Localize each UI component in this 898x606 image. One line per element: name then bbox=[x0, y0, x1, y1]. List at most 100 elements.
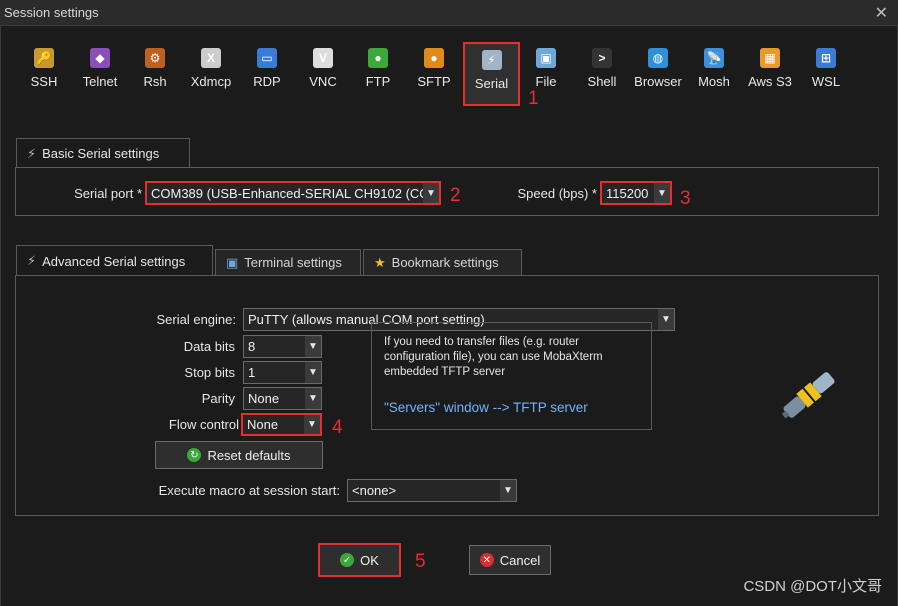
parity-label: Parity bbox=[201, 391, 235, 406]
protocol-shell-button[interactable]: > Shell bbox=[576, 48, 628, 89]
tab-basic-serial-settings[interactable]: ⚡ Basic Serial settings bbox=[16, 138, 190, 168]
stop-bits-select[interactable]: 1 ▼ bbox=[243, 361, 322, 384]
annotation-1: 1 bbox=[528, 88, 539, 109]
protocol-wsl-button[interactable]: ⊞ WSL bbox=[800, 48, 852, 89]
protocol-ssh-button[interactable]: 🔑 SSH bbox=[18, 48, 70, 89]
chevron-down-icon: ▼ bbox=[658, 309, 674, 330]
stop-bits-label: Stop bits bbox=[184, 365, 235, 380]
serial-port-label: Serial port * bbox=[74, 186, 142, 201]
protocol-label: SSH bbox=[30, 74, 58, 89]
tftp-server-link[interactable]: "Servers" window --> TFTP server bbox=[384, 400, 639, 415]
chevron-down-icon: ▼ bbox=[305, 362, 321, 383]
macro-select[interactable]: <none> ▼ bbox=[347, 479, 517, 502]
serial-plug-icon bbox=[781, 372, 835, 419]
protocol-label: RDP bbox=[253, 74, 281, 89]
rsh-icon: ⚙ bbox=[145, 48, 165, 68]
protocol-browser-button[interactable]: ◍ Browser bbox=[632, 48, 684, 89]
protocol-label: Shell bbox=[587, 74, 617, 89]
tab-label: Advanced Serial settings bbox=[42, 253, 186, 269]
serial-engine-label: Serial engine: bbox=[156, 312, 237, 327]
speed-value: 115200 bbox=[606, 185, 649, 201]
telnet-icon: ◆ bbox=[90, 48, 110, 68]
file-icon: ▣ bbox=[536, 48, 556, 68]
protocol-label: FTP bbox=[365, 74, 391, 89]
shell-icon: > bbox=[592, 48, 612, 68]
ftp-icon: ● bbox=[368, 48, 388, 68]
protocol-rdp-button[interactable]: ▭ RDP bbox=[241, 48, 293, 89]
protocol-xdmcp-button[interactable]: X Xdmcp bbox=[185, 48, 237, 89]
ssh-key-icon: 🔑 bbox=[34, 48, 54, 68]
stop-bits-value: 1 bbox=[248, 365, 256, 380]
protocol-label: Mosh bbox=[698, 74, 730, 89]
cancel-x-icon: ✕ bbox=[479, 553, 494, 567]
flow-control-label: Flow control bbox=[168, 417, 239, 432]
speed-select[interactable]: 115200 ▼ bbox=[600, 181, 672, 205]
title-bar: Session settings ✕ bbox=[0, 0, 898, 26]
tab-advanced-serial-settings[interactable]: ⚡ Advanced Serial settings bbox=[16, 245, 213, 276]
data-bits-label: Data bits bbox=[183, 339, 235, 354]
protocol-label: WSL bbox=[811, 74, 841, 89]
window-title: Session settings bbox=[4, 5, 99, 20]
ok-button[interactable]: ✓ OK bbox=[318, 543, 401, 577]
tab-bookmark-settings[interactable]: ★ Bookmark settings bbox=[363, 249, 522, 275]
flow-control-select[interactable]: None ▼ bbox=[241, 413, 322, 436]
annotation-3: 3 bbox=[680, 188, 691, 209]
chevron-down-icon: ▼ bbox=[500, 480, 516, 501]
data-bits-value: 8 bbox=[248, 339, 256, 354]
tab-terminal-settings[interactable]: ▣ Terminal settings bbox=[215, 249, 361, 275]
protocol-label: VNC bbox=[309, 74, 337, 89]
sftp-icon: ● bbox=[424, 48, 444, 68]
protocol-label: Browser bbox=[634, 74, 682, 89]
reset-icon: ↻ bbox=[187, 448, 202, 462]
protocol-ftp-button[interactable]: ● FTP bbox=[352, 48, 404, 89]
chevron-down-icon: ▼ bbox=[654, 183, 670, 203]
rdp-icon: ▭ bbox=[257, 48, 277, 68]
watermark: CSDN @DOT小文哥 bbox=[743, 578, 882, 595]
protocol-label: Aws S3 bbox=[748, 74, 792, 89]
protocol-label: SFTP bbox=[417, 74, 451, 89]
protocol-telnet-button[interactable]: ◆ Telnet bbox=[74, 48, 126, 89]
chevron-down-icon: ▼ bbox=[305, 388, 321, 409]
vnc-icon: V bbox=[313, 48, 333, 68]
serial-plug-icon: ⚡ bbox=[27, 145, 37, 161]
speed-label: Speed (bps) * bbox=[517, 186, 598, 201]
chevron-down-icon: ▼ bbox=[305, 336, 321, 357]
macro-label: Execute macro at session start: bbox=[158, 483, 340, 498]
protocol-sftp-button[interactable]: ● SFTP bbox=[408, 48, 460, 89]
browser-globe-icon: ◍ bbox=[648, 48, 668, 68]
tftp-info-text: If you need to transfer files (e.g. rout… bbox=[384, 336, 603, 378]
macro-value: <none> bbox=[352, 483, 397, 498]
protocol-vnc-button[interactable]: V VNC bbox=[297, 48, 349, 89]
parity-value: None bbox=[248, 391, 280, 406]
serial-plug-icon: ⚡ bbox=[481, 50, 502, 70]
protocol-file-button[interactable]: ▣ File bbox=[520, 48, 572, 89]
check-icon: ✓ bbox=[340, 553, 355, 567]
tftp-info-box: If you need to transfer files (e.g. rout… bbox=[371, 322, 652, 430]
close-icon[interactable]: ✕ bbox=[875, 3, 888, 23]
cancel-button[interactable]: ✕ Cancel bbox=[469, 545, 551, 575]
protocol-label: Telnet bbox=[82, 74, 118, 89]
cancel-label: Cancel bbox=[499, 552, 541, 568]
annotation-2: 2 bbox=[450, 185, 461, 206]
terminal-settings-icon: ▣ bbox=[226, 254, 239, 270]
serial-port-value: COM389 (USB-Enhanced-SERIAL CH9102 (CO bbox=[151, 185, 430, 201]
protocol-mosh-button[interactable]: 📡 Mosh bbox=[688, 48, 740, 89]
tab-label: Basic Serial settings bbox=[42, 146, 160, 161]
protocol-aws-s3-button[interactable]: ▦ Aws S3 bbox=[744, 48, 796, 89]
chevron-down-icon: ▼ bbox=[304, 415, 320, 434]
annotation-4: 4 bbox=[332, 417, 343, 438]
parity-select[interactable]: None ▼ bbox=[243, 387, 322, 410]
reset-defaults-button[interactable]: ↻ Reset defaults bbox=[155, 441, 323, 469]
flow-control-value: None bbox=[247, 417, 279, 432]
protocol-rsh-button[interactable]: ⚙ Rsh bbox=[129, 48, 181, 89]
protocol-label: Serial bbox=[474, 76, 509, 91]
reset-defaults-label: Reset defaults bbox=[207, 447, 291, 463]
tab-label: Bookmark settings bbox=[391, 255, 499, 270]
aws-s3-icon: ▦ bbox=[760, 48, 780, 68]
xdmcp-icon: X bbox=[201, 48, 221, 68]
protocol-serial-button[interactable]: ⚡ Serial bbox=[463, 42, 520, 106]
chevron-down-icon: ▼ bbox=[423, 183, 439, 203]
serial-port-select[interactable]: COM389 (USB-Enhanced-SERIAL CH9102 (CO ▼ bbox=[145, 181, 441, 205]
data-bits-select[interactable]: 8 ▼ bbox=[243, 335, 322, 358]
wsl-windows-icon: ⊞ bbox=[816, 48, 836, 68]
